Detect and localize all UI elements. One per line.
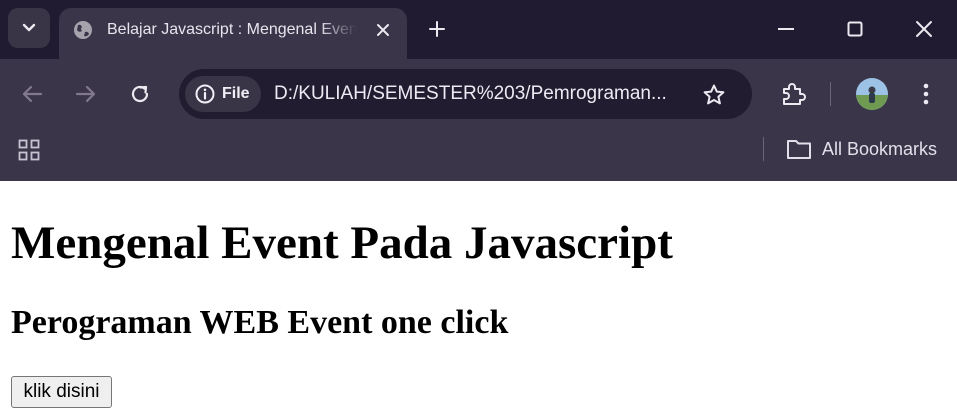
toolbar-divider <box>830 82 831 106</box>
page-subheading: Perograman WEB Event one click <box>11 304 509 341</box>
new-tab-button[interactable] <box>423 15 451 43</box>
active-tab[interactable]: Belajar Javascript : Mengenal Event Pada… <box>59 8 407 59</box>
folder-icon <box>787 140 811 159</box>
site-info-chip[interactable]: File <box>185 76 261 112</box>
chevron-down-icon <box>22 23 36 32</box>
info-icon <box>195 84 215 104</box>
bookmark-star-button[interactable] <box>699 80 729 110</box>
reload-button[interactable] <box>122 76 158 112</box>
all-bookmarks-button[interactable]: All Bookmarks <box>786 134 937 164</box>
bookmarks-divider <box>763 137 764 161</box>
maximize-icon <box>847 21 863 37</box>
apps-grid-icon <box>18 139 40 161</box>
globe-icon <box>74 21 92 39</box>
more-vert-icon <box>923 83 929 105</box>
avatar[interactable] <box>856 78 888 110</box>
minimize-button[interactable] <box>768 12 804 46</box>
page-content: Mengenal Event Pada Javascript Perograma… <box>0 181 957 419</box>
close-icon <box>377 24 389 36</box>
forward-button[interactable] <box>68 76 104 112</box>
all-bookmarks-label: All Bookmarks <box>822 138 938 159</box>
minimize-icon <box>778 28 794 30</box>
click-here-button[interactable]: klik disini <box>11 376 112 408</box>
back-arrow-icon <box>22 85 43 103</box>
browser-toolbar: File D:/KULIAH/SEMESTER%203/Pemrograman.… <box>0 59 957 130</box>
tab-close-button[interactable] <box>371 18 395 42</box>
close-window-icon <box>916 21 932 37</box>
address-bar[interactable]: File D:/KULIAH/SEMESTER%203/Pemrograman.… <box>179 69 752 119</box>
tab-strip: Belajar Javascript : Mengenal Event Pada… <box>0 0 957 59</box>
maximize-button[interactable] <box>837 12 873 46</box>
extensions-icon <box>783 83 806 105</box>
page-heading: Mengenal Event Pada Javascript <box>11 217 673 269</box>
site-chip-label: File <box>222 85 250 102</box>
apps-button[interactable] <box>16 137 42 163</box>
url-text[interactable]: D:/KULIAH/SEMESTER%203/Pemrograman... <box>274 82 689 106</box>
plus-icon <box>429 21 445 37</box>
tab-title: Belajar Javascript : Mengenal Event Pada… <box>107 21 357 38</box>
close-window-button[interactable] <box>906 12 942 46</box>
forward-arrow-icon <box>75 85 96 103</box>
reload-icon <box>131 85 149 103</box>
tab-search-button[interactable] <box>8 8 50 48</box>
bookmarks-bar: All Bookmarks <box>0 130 957 181</box>
extensions-button[interactable] <box>776 76 810 112</box>
browser-menu-button[interactable] <box>911 76 941 112</box>
star-icon <box>703 84 725 105</box>
back-button[interactable] <box>14 76 50 112</box>
